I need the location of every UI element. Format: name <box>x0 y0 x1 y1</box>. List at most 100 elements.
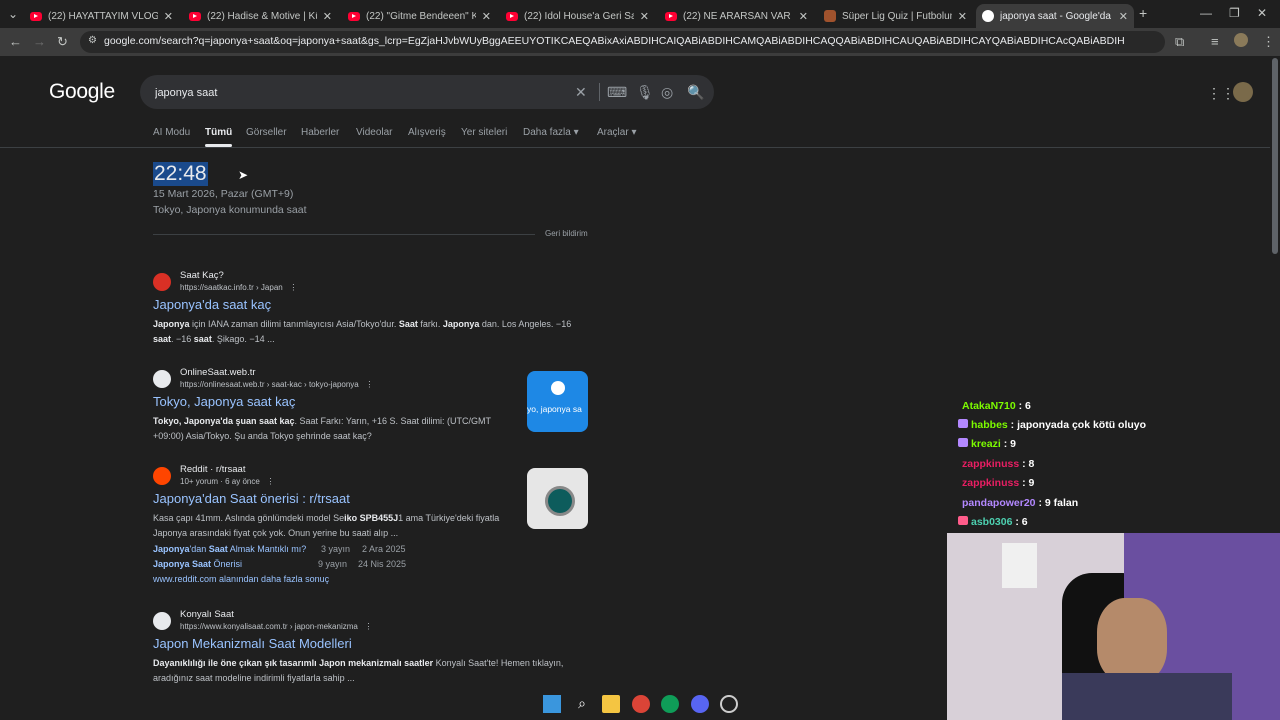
result-site[interactable]: Konyalı Saat <box>180 609 234 620</box>
tab-title: (22) HAYATTAYIM VLOG - YouTube <box>48 10 158 22</box>
new-tab-icon[interactable]: + <box>1139 5 1147 21</box>
browser-tab[interactable]: (22) NE ARARSAN VAR BANA G ✕ <box>659 4 814 28</box>
tab-shopping[interactable]: Alışveriş <box>408 127 446 138</box>
result-site[interactable]: Saat Kaç? <box>180 270 224 281</box>
maximize-icon[interactable]: ❐ <box>1229 6 1240 20</box>
tab-close-icon[interactable]: ✕ <box>164 10 173 23</box>
browser-tab[interactable]: (22) Hadise & Motive | Küçük Bi ✕ <box>183 4 338 28</box>
taskbar: ⌕ <box>537 691 747 717</box>
youtube-icon <box>506 11 518 21</box>
thumbnail-text: yo, japonya sa <box>527 404 582 414</box>
chrome-active-icon[interactable] <box>661 695 679 713</box>
sublink-title[interactable]: Japonya Saat Önerisi <box>153 559 242 569</box>
tab-tools[interactable]: Araçlar ▾ <box>597 127 637 138</box>
extensions-icon[interactable]: ⧉ <box>1175 34 1184 50</box>
tab-images[interactable]: Görseller <box>246 127 287 138</box>
feedback-link[interactable]: Geri bildirim <box>545 229 588 238</box>
tab-search-icon[interactable]: ⌄ <box>8 7 18 21</box>
chat-badge-icon <box>958 516 968 525</box>
search-icon[interactable]: ⌕ <box>573 695 591 713</box>
account-avatar[interactable] <box>1233 82 1253 102</box>
tab-title: (22) NE ARARSAN VAR BANA G <box>683 10 793 22</box>
windows-icon[interactable] <box>543 695 561 713</box>
keyboard-icon[interactable]: ⌨ <box>607 84 627 101</box>
tab-all[interactable]: Tümü <box>205 127 233 147</box>
result-thumbnail[interactable] <box>527 468 588 529</box>
result-title[interactable]: Japonya'da saat kaç <box>153 297 271 312</box>
url-text: google.com/search?q=japonya+saat&oq=japo… <box>104 35 1124 47</box>
clock-time: 22:48 <box>153 162 208 186</box>
chat-message: zappkinuss : 8 <box>958 458 1034 470</box>
sublink-row[interactable]: Japonya'dan Saat Almak Mantıklı mı? 3 ya… <box>153 544 413 554</box>
snippet-text: Kasa çapı 41mm. Aslında gönlümdeki model… <box>153 513 345 523</box>
search-input[interactable] <box>153 82 557 104</box>
tab-close-icon[interactable]: ✕ <box>482 10 491 23</box>
file-explorer-icon[interactable] <box>602 695 620 713</box>
back-icon[interactable]: ← <box>9 34 22 49</box>
close-window-icon[interactable]: ✕ <box>1257 6 1267 20</box>
tab-videos[interactable]: Videolar <box>356 127 393 138</box>
sublink-date: 2 Ara 2025 <box>362 544 406 554</box>
tab-close-icon[interactable]: ✕ <box>1119 10 1128 23</box>
site-icon <box>824 10 836 22</box>
clock-location: Tokyo, Japonya konumunda saat <box>153 204 307 216</box>
browser-tab[interactable]: (22) Idol House'a Geri Sayım Ba ✕ <box>500 4 655 28</box>
browser-tab[interactable]: japonya saat - Google'da Ara ✕ <box>976 4 1134 28</box>
tab-close-icon[interactable]: ✕ <box>323 10 332 23</box>
result-meta[interactable]: 10+ yorum · 6 ay önce ⋮ <box>180 477 275 486</box>
snippet-bold: iko SPB455J <box>344 513 399 523</box>
tab-more[interactable]: Daha fazla ▾ <box>523 127 579 138</box>
browser-tab[interactable]: Süper Lig Quiz | Futbolun İçind ✕ <box>818 4 973 28</box>
tab-close-icon[interactable]: ✕ <box>799 10 808 23</box>
sublink-row[interactable]: Japonya Saat Önerisi 9 yayın 24 Nis 2025 <box>153 559 413 569</box>
result-url-text: https://saatkac.info.tr › Japan <box>180 283 283 292</box>
menu-icon[interactable]: ⋮ <box>1262 34 1275 50</box>
lens-icon[interactable]: ◎ <box>661 84 673 101</box>
result-title[interactable]: Japon Mekanizmalı Saat Modelleri <box>153 636 352 651</box>
sublink-date: 24 Nis 2025 <box>358 559 407 569</box>
profile-avatar[interactable] <box>1234 33 1248 47</box>
tab-title: japonya saat - Google'da Ara <box>1000 10 1113 22</box>
chat-username: pandapower20 <box>962 497 1036 509</box>
search-box[interactable]: ✕ ⌨ 🎙 ◎ 🔍 <box>140 75 714 109</box>
google-logo[interactable]: Google <box>49 80 115 104</box>
result-thumbnail[interactable]: yo, japonya sa <box>527 371 588 432</box>
app-icon[interactable] <box>720 695 738 713</box>
discord-icon[interactable] <box>691 695 709 713</box>
tab-title: (22) "Gitme Bendeeen" Kick & <box>366 10 476 22</box>
minimize-icon[interactable]: — <box>1200 6 1212 20</box>
result-title[interactable]: Japonya'dan Saat önerisi : r/trsaat <box>153 491 350 506</box>
tab-ai-mode[interactable]: AI Modu <box>153 127 190 138</box>
search-icon[interactable]: 🔍 <box>687 84 704 101</box>
result-site[interactable]: OnlineSaat.web.tr <box>180 367 256 378</box>
tab-close-icon[interactable]: ✕ <box>958 10 967 23</box>
reload-icon[interactable]: ↻ <box>57 34 68 50</box>
address-bar[interactable]: ⚙ google.com/search?q=japonya+saat&oq=ja… <box>80 31 1165 53</box>
site-info-icon[interactable]: ⚙ <box>88 35 97 46</box>
result-url-text: https://www.konyalisaat.com.tr › japon-m… <box>180 622 358 631</box>
reading-list-icon[interactable]: ≡ <box>1211 34 1219 49</box>
tab-close-icon[interactable]: ✕ <box>640 10 649 23</box>
clear-icon[interactable]: ✕ <box>575 84 587 101</box>
more-results-link[interactable]: www.reddit.com alanından daha fazla sonu… <box>153 574 329 584</box>
clock-date: 15 Mart 2026, Pazar (GMT+9) <box>153 188 294 200</box>
browser-tab[interactable]: (22) HAYATTAYIM VLOG - YouTube ✕ <box>24 4 179 28</box>
sublink-title[interactable]: Japonya'dan Saat Almak Mantıklı mı? <box>153 544 306 554</box>
scrollbar[interactable] <box>1272 58 1278 254</box>
sublink-text: Önerisi <box>211 559 243 569</box>
chat-text: : 9 <box>1000 438 1016 450</box>
chrome-icon[interactable] <box>632 695 650 713</box>
tab-news[interactable]: Haberler <box>301 127 339 138</box>
result-url[interactable]: https://saatkac.info.tr › Japan ⋮ <box>180 283 297 292</box>
microphone-icon[interactable]: 🎙 <box>636 84 654 101</box>
tab-places[interactable]: Yer siteleri <box>461 127 507 138</box>
forward-icon[interactable]: → <box>33 34 46 49</box>
result-site[interactable]: Reddit · r/trsaat <box>180 464 245 475</box>
result-title[interactable]: Tokyo, Japonya saat kaç <box>153 394 295 409</box>
chat-text: : 9 <box>1019 477 1035 489</box>
apps-grid-icon[interactable]: ⋮⋮ <box>1207 85 1235 102</box>
browser-tab[interactable]: (22) "Gitme Bendeeen" Kick & ✕ <box>342 4 497 28</box>
result-url[interactable]: https://www.konyalisaat.com.tr › japon-m… <box>180 622 373 631</box>
divider <box>599 83 600 101</box>
result-url[interactable]: https://onlinesaat.web.tr › saat-kac › t… <box>180 380 373 389</box>
